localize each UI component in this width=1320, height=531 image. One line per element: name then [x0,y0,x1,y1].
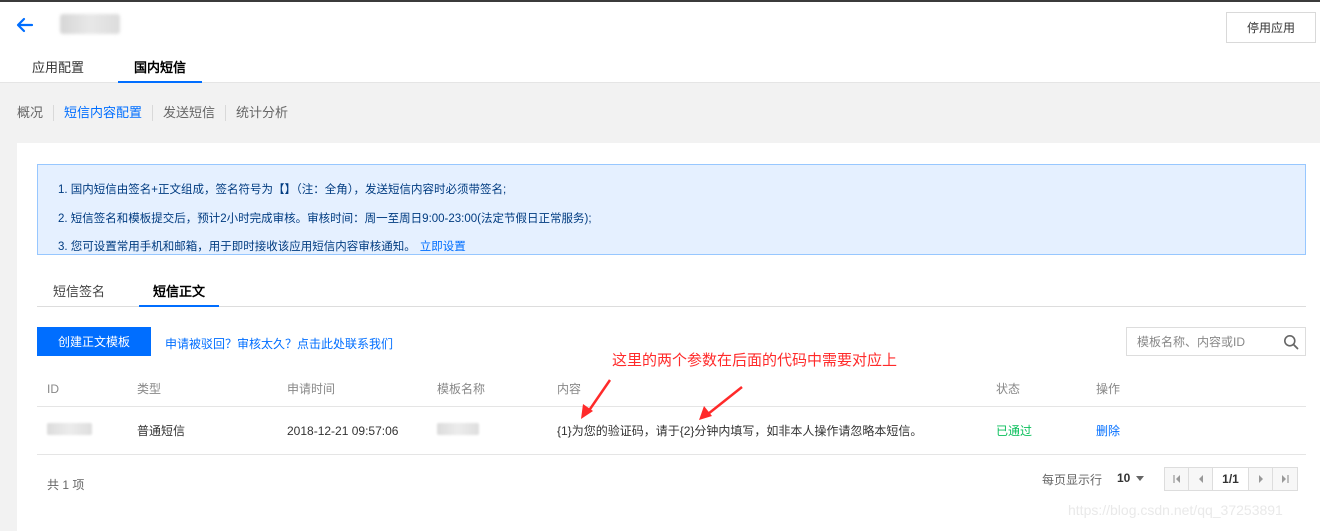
notice-line-1: 1. 国内短信由签名+正文组成，签名符号为【】（注：全角），发送短信内容时必须带… [58,184,507,196]
app-header: 停用应用 应用配置 国内短信 [0,2,1320,83]
tab-domestic-sms[interactable]: 国内短信 [118,57,203,83]
table-row: 普通短信 2018-12-21 09:57:06 {1}为您的验证码，请于{2}… [37,407,1306,455]
cell-template-name [437,423,557,438]
next-page-icon[interactable] [1249,468,1273,490]
total-count: 共 1 项 [47,478,85,492]
tab-sms-body[interactable]: 短信正文 [139,281,220,307]
cell-content: {1}为您的验证码，请于{2}分钟内填写，如非本人操作请忽略本短信。 [557,424,923,438]
tab-app-config[interactable]: 应用配置 [18,57,98,83]
tab-sms-signature[interactable]: 短信签名 [37,281,121,307]
contact-us-link[interactable]: 申请被驳回？审核太久？点击此处联系我们 [165,335,393,352]
subnav-statistics[interactable]: 统计分析 [226,105,298,121]
main-panel: 1. 国内短信由签名+正文组成，签名符号为【】（注：全角），发送短信内容时必须带… [17,143,1320,531]
sub-navigation: 概况 短信内容配置 发送短信 统计分析 [0,100,298,126]
chevron-down-icon [1136,476,1145,482]
search-input[interactable] [1127,328,1272,355]
cell-type: 普通短信 [137,424,186,438]
watermark-text: https://blog.csdn.net/qq_37253891 [1068,502,1283,518]
col-id: ID [47,381,59,396]
col-content: 内容 [557,382,582,396]
page-indicator: 1/1 [1213,468,1249,490]
template-table: ID 类型 申请时间 模板名称 内容 状态 操作 普通短信 2018-12-21… [37,371,1306,455]
pagination: 1/1 [1164,467,1298,491]
page-size-value: 10 [1117,471,1131,485]
subnav-content-config[interactable]: 短信内容配置 [54,105,154,121]
cell-action: 删除 [1096,422,1196,439]
red-annotation-text: 这里的两个参数在后面的代码中需要对应上 [612,352,898,369]
page-size-select[interactable]: 10 [1117,471,1145,485]
per-page-label: 每页显示行 [1042,473,1103,487]
delete-link[interactable]: 删除 [1096,424,1120,438]
id-redacted [47,423,92,435]
table-header: ID 类型 申请时间 模板名称 内容 状态 操作 [37,371,1306,407]
subnav-send-sms[interactable]: 发送短信 [153,105,227,121]
notice-box: 1. 国内短信由签名+正文组成，签名符号为【】（注：全角），发送短信内容时必须带… [37,164,1306,255]
col-type: 类型 [137,382,162,396]
search-box [1126,327,1306,356]
content-tabs: 短信签名 短信正文 [37,281,1306,307]
template-name-redacted [437,423,479,435]
notice-line-2: 2. 短信签名和模板提交后，预计2小时完成审核。审核时间：周一至周日9:00-2… [58,212,592,225]
col-action: 操作 [1096,382,1121,396]
disable-app-button[interactable]: 停用应用 [1226,12,1316,43]
search-icon[interactable] [1283,334,1299,350]
app-name-redacted [60,14,120,34]
prev-page-icon[interactable] [1189,468,1213,490]
last-page-icon[interactable] [1273,468,1297,490]
back-arrow-icon[interactable] [14,14,36,36]
notice-line-3-text: 3. 您可设置常用手机和邮箱，用于即时接收该应用短信内容审核通知。 [58,241,416,253]
first-page-icon[interactable] [1165,468,1189,490]
cell-status: 已通过 [996,424,1033,438]
create-template-button[interactable]: 创建正文模板 [37,327,151,356]
cell-id [37,423,137,438]
col-template-name: 模板名称 [437,382,486,396]
top-tabs: 应用配置 国内短信 [18,57,203,83]
cell-apply-time: 2018-12-21 09:57:06 [287,423,399,438]
setup-now-link[interactable]: 立即设置 [420,241,466,253]
notice-line-3: 3. 您可设置常用手机和邮箱，用于即时接收该应用短信内容审核通知。 立即设置 [58,233,1305,262]
col-status: 状态 [996,382,1021,396]
col-apply-time: 申请时间 [287,382,336,396]
subnav-overview[interactable]: 概况 [0,105,55,121]
